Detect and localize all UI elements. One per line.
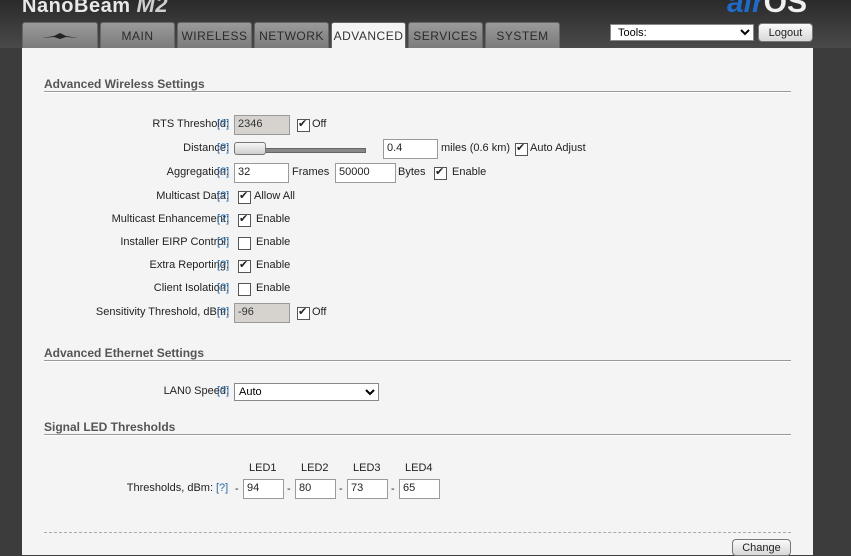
aggregation-frames-input[interactable]: 32: [234, 163, 289, 183]
tab-system[interactable]: SYSTEM: [485, 22, 560, 48]
bottom-divider: [44, 532, 791, 533]
help-link[interactable]: [?]: [216, 482, 228, 494]
rts-threshold-input[interactable]: 2346: [234, 115, 290, 135]
led-thresholds-row: Thresholds, dBm: [?] - 94 - 80 - 73 - 65: [22, 479, 813, 499]
aggregation-enable-checkbox[interactable]: [434, 165, 447, 180]
help-link[interactable]: [?]: [217, 166, 229, 178]
help-link[interactable]: [?]: [217, 190, 229, 202]
section-divider: [44, 434, 791, 436]
installer-eirp-checkbox[interactable]: [238, 237, 251, 250]
sensitivity-threshold-row: Sensitivity Threshold, dBm: [?] -96 Off: [22, 303, 813, 323]
airos-logo-air: air: [726, 0, 764, 19]
advanced-panel: Advanced Wireless Settings RTS Threshold…: [22, 48, 813, 556]
help-link[interactable]: [?]: [217, 213, 229, 225]
section-divider: [44, 360, 791, 362]
distance-row: Distance: [?] 0.4 miles (0.6 km) Auto Ad…: [22, 139, 813, 159]
change-button[interactable]: Change: [732, 539, 791, 556]
lan0-speed-select[interactable]: Auto: [234, 383, 379, 401]
multicast-enhancement-checkbox[interactable]: [238, 212, 251, 227]
top-header: NanoBeam M2 airOS MAIN WIRELESS NETWORK …: [0, 0, 851, 48]
led-dash: -: [287, 483, 291, 495]
rts-off-label: Off: [312, 118, 327, 130]
airos-logo-os: OS: [763, 0, 807, 19]
brand-model: M2: [136, 0, 169, 17]
led4-header: LED4: [405, 462, 433, 474]
main-tabs: MAIN WIRELESS NETWORK ADVANCED SERVICES …: [22, 22, 562, 48]
led1-input[interactable]: 94: [243, 479, 284, 499]
led3-header: LED3: [353, 462, 381, 474]
help-link[interactable]: [?]: [217, 118, 229, 130]
tools-select[interactable]: Tools:: [610, 24, 754, 41]
ethernet-section-title: Advanced Ethernet Settings: [44, 346, 205, 360]
multicast-data-checkbox[interactable]: [238, 189, 251, 204]
installer-eirp-row: Installer EIRP Control: [?] Enable: [22, 233, 813, 253]
multicast-enhancement-label: Multicast Enhancement:: [111, 213, 229, 225]
help-link[interactable]: [?]: [217, 259, 229, 271]
sensitivity-off-label: Off: [312, 306, 327, 318]
tab-network[interactable]: NETWORK: [254, 22, 329, 48]
help-link[interactable]: [?]: [217, 142, 229, 154]
installer-eirp-label: Installer EIRP Control:: [120, 236, 229, 248]
lan0-speed-row: LAN0 Speed: [?] Auto: [22, 382, 813, 402]
help-link[interactable]: [?]: [217, 306, 229, 318]
multicast-enhancement-row: Multicast Enhancement: [?] Enable: [22, 210, 813, 230]
ubiquiti-logo-icon: [40, 31, 80, 41]
section-divider: [44, 91, 791, 93]
led-dash: -: [235, 483, 239, 495]
bytes-label: Bytes: [398, 166, 426, 178]
tab-wireless[interactable]: WIRELESS: [177, 22, 252, 48]
auto-adjust-label: Auto Adjust: [530, 142, 586, 154]
sensitivity-off-checkbox[interactable]: [297, 305, 310, 320]
extra-reporting-row: Extra Reporting: [?] Enable: [22, 256, 813, 276]
tab-ubiquiti-logo[interactable]: [22, 22, 98, 48]
frames-label: Frames: [292, 166, 330, 178]
rts-threshold-row: RTS Threshold: [?] 2346 Off: [22, 115, 813, 135]
rts-off-checkbox[interactable]: [297, 117, 310, 132]
led2-header: LED2: [301, 462, 329, 474]
tab-advanced[interactable]: ADVANCED: [331, 22, 406, 48]
sensitivity-threshold-input[interactable]: -96: [234, 303, 290, 323]
brand-name: NanoBeam: [22, 0, 131, 17]
aggregation-enable-label: Enable: [452, 166, 487, 178]
wireless-section-title: Advanced Wireless Settings: [44, 77, 205, 91]
multicast-enhancement-check-label: Enable: [256, 213, 291, 225]
client-isolation-check-label: Enable: [256, 282, 291, 294]
distance-input[interactable]: 0.4: [383, 139, 438, 159]
client-isolation-row: Client Isolation: [?] Enable: [22, 279, 813, 299]
led3-input[interactable]: 73: [347, 479, 388, 499]
airos-logo: airOS: [727, 0, 807, 20]
led-section-title: Signal LED Thresholds: [44, 420, 176, 434]
led2-input[interactable]: 80: [295, 479, 336, 499]
help-link[interactable]: [?]: [217, 236, 229, 248]
auto-adjust-checkbox[interactable]: [515, 141, 528, 156]
distance-slider-thumb[interactable]: [234, 142, 266, 155]
led1-header: LED1: [249, 462, 277, 474]
extra-reporting-check-label: Enable: [256, 259, 291, 271]
aggregation-bytes-input[interactable]: 50000: [335, 163, 396, 183]
extra-reporting-checkbox[interactable]: [238, 258, 251, 273]
led-dash: -: [339, 483, 343, 495]
aggregation-row: Aggregation: [?] 32 Frames 50000 Bytes E…: [22, 163, 813, 183]
device-brand: NanoBeam M2: [22, 0, 168, 18]
help-link[interactable]: [?]: [217, 282, 229, 294]
multicast-data-check-label: Allow All: [254, 190, 295, 202]
led-thresholds-label: Thresholds, dBm:: [126, 482, 213, 494]
help-link[interactable]: [?]: [217, 385, 229, 397]
led-dash: -: [391, 483, 395, 495]
distance-unit: miles (0.6 km): [441, 142, 511, 154]
led4-input[interactable]: 65: [399, 479, 440, 499]
multicast-data-row: Multicast Data: [?] Allow All: [22, 187, 813, 207]
tab-main[interactable]: MAIN: [100, 22, 175, 48]
installer-eirp-check-label: Enable: [256, 236, 291, 248]
logout-button[interactable]: Logout: [758, 23, 813, 42]
tab-services[interactable]: SERVICES: [408, 22, 483, 48]
client-isolation-checkbox[interactable]: [238, 283, 251, 296]
sensitivity-threshold-label: Sensitivity Threshold, dBm:: [95, 306, 229, 318]
